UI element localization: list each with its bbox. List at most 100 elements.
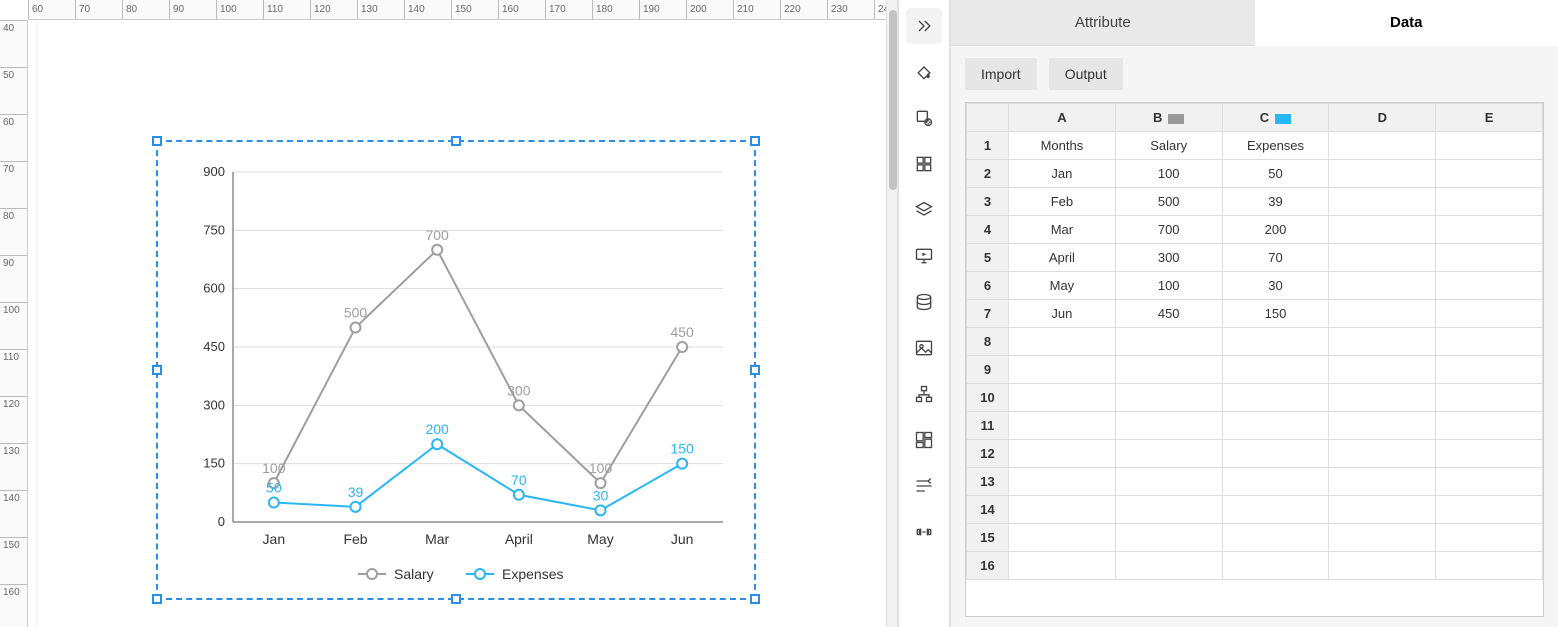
row-header[interactable]: 7 (967, 300, 1009, 328)
distribute-icon[interactable] (906, 514, 942, 550)
import-button[interactable]: Import (965, 58, 1037, 90)
resize-handle-mr[interactable] (750, 365, 760, 375)
database-icon[interactable] (906, 284, 942, 320)
grid-icon[interactable] (906, 146, 942, 182)
cell[interactable] (1222, 356, 1329, 384)
cell[interactable] (1329, 160, 1436, 188)
cell[interactable]: 300 (1115, 244, 1222, 272)
cell[interactable] (1329, 552, 1436, 580)
line-chart[interactable]: 0150300450600750900JanFebMarAprilMayJun1… (178, 152, 738, 592)
cell[interactable] (1436, 244, 1543, 272)
cell[interactable] (1222, 496, 1329, 524)
cell[interactable] (1329, 496, 1436, 524)
cell[interactable] (1115, 412, 1222, 440)
cell[interactable]: 70 (1222, 244, 1329, 272)
cell[interactable]: Jan (1009, 160, 1116, 188)
row-header[interactable]: 10 (967, 384, 1009, 412)
resize-handle-br[interactable] (750, 594, 760, 604)
resize-handle-bm[interactable] (451, 594, 461, 604)
cell[interactable] (1436, 440, 1543, 468)
cell[interactable]: Expenses (1222, 132, 1329, 160)
row-header[interactable]: 1 (967, 132, 1009, 160)
cell[interactable]: 700 (1115, 216, 1222, 244)
cell[interactable] (1222, 384, 1329, 412)
cell[interactable] (1222, 412, 1329, 440)
cell[interactable]: April (1009, 244, 1116, 272)
col-header-A[interactable]: A (1009, 104, 1116, 132)
cell[interactable] (1222, 440, 1329, 468)
align-icon[interactable] (906, 468, 942, 504)
col-header-E[interactable]: E (1436, 104, 1543, 132)
cell[interactable] (1329, 412, 1436, 440)
cell[interactable]: May (1009, 272, 1116, 300)
cell[interactable] (1009, 496, 1116, 524)
cell[interactable] (1222, 524, 1329, 552)
cell[interactable] (1009, 328, 1116, 356)
cell[interactable] (1329, 272, 1436, 300)
cell[interactable]: 30 (1222, 272, 1329, 300)
cell[interactable] (1222, 552, 1329, 580)
cell[interactable] (1115, 524, 1222, 552)
component-settings-icon[interactable] (906, 100, 942, 136)
cell[interactable] (1329, 244, 1436, 272)
cell[interactable] (1009, 412, 1116, 440)
cell[interactable] (1436, 328, 1543, 356)
cell[interactable] (1009, 524, 1116, 552)
row-header[interactable]: 8 (967, 328, 1009, 356)
cell[interactable]: 39 (1222, 188, 1329, 216)
cell[interactable]: 450 (1115, 300, 1222, 328)
cell[interactable] (1329, 132, 1436, 160)
cell[interactable] (1436, 552, 1543, 580)
row-header[interactable]: 5 (967, 244, 1009, 272)
canvas-area[interactable]: 0150300450600750900JanFebMarAprilMayJun1… (28, 20, 898, 627)
cell[interactable] (1009, 384, 1116, 412)
scrollbar-thumb[interactable] (889, 10, 897, 190)
sheet-corner[interactable] (967, 104, 1009, 132)
output-button[interactable]: Output (1049, 58, 1123, 90)
cell[interactable] (1329, 384, 1436, 412)
row-header[interactable]: 6 (967, 272, 1009, 300)
row-header[interactable]: 16 (967, 552, 1009, 580)
row-header[interactable]: 2 (967, 160, 1009, 188)
cell[interactable]: 150 (1222, 300, 1329, 328)
cell[interactable]: 50 (1222, 160, 1329, 188)
cell[interactable]: 200 (1222, 216, 1329, 244)
col-header-C[interactable]: C (1222, 104, 1329, 132)
cell[interactable] (1009, 468, 1116, 496)
cell[interactable] (1329, 356, 1436, 384)
resize-handle-ml[interactable] (152, 365, 162, 375)
col-header-B[interactable]: B (1115, 104, 1222, 132)
cell[interactable] (1009, 440, 1116, 468)
cell[interactable] (1436, 216, 1543, 244)
cell[interactable] (1436, 300, 1543, 328)
cell[interactable] (1329, 328, 1436, 356)
cell[interactable]: 500 (1115, 188, 1222, 216)
cell[interactable]: Mar (1009, 216, 1116, 244)
cell[interactable] (1115, 468, 1222, 496)
row-header[interactable]: 13 (967, 468, 1009, 496)
cell[interactable] (1115, 328, 1222, 356)
fill-icon[interactable] (906, 54, 942, 90)
cell[interactable] (1115, 552, 1222, 580)
resize-handle-tl[interactable] (152, 136, 162, 146)
cell[interactable] (1329, 440, 1436, 468)
cell[interactable] (1009, 552, 1116, 580)
cell[interactable] (1329, 216, 1436, 244)
cell[interactable]: 100 (1115, 272, 1222, 300)
cell[interactable] (1436, 132, 1543, 160)
cell[interactable] (1329, 188, 1436, 216)
resize-handle-bl[interactable] (152, 594, 162, 604)
cell[interactable] (1329, 468, 1436, 496)
cell[interactable]: Jun (1009, 300, 1116, 328)
cell[interactable] (1436, 524, 1543, 552)
layers-icon[interactable] (906, 192, 942, 228)
presentation-icon[interactable] (906, 238, 942, 274)
row-header[interactable]: 9 (967, 356, 1009, 384)
cell[interactable] (1329, 300, 1436, 328)
resize-handle-tr[interactable] (750, 136, 760, 146)
cell[interactable] (1436, 468, 1543, 496)
col-header-D[interactable]: D (1329, 104, 1436, 132)
cell[interactable]: 100 (1115, 160, 1222, 188)
cell[interactable] (1436, 496, 1543, 524)
image-icon[interactable] (906, 330, 942, 366)
